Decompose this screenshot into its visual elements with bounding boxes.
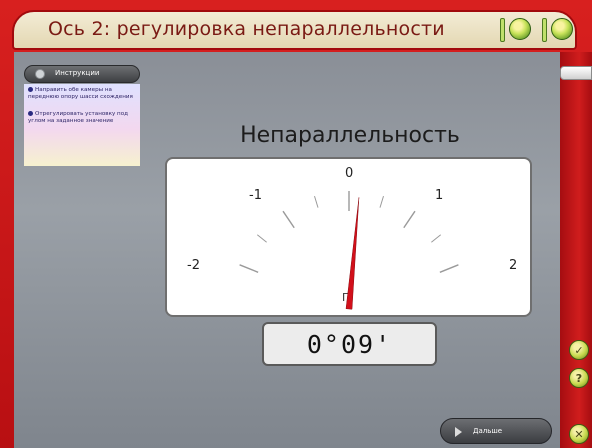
- instructions-note: Направить обе камеры на переднюю опору ш…: [24, 84, 140, 166]
- gauge-needle: [345, 197, 360, 310]
- readout-value: 0°09': [306, 330, 393, 359]
- close-icon: ✕: [574, 427, 584, 441]
- check-icon: ✓: [574, 343, 584, 357]
- title-bar: Ось 2: регулировка непараллельности: [12, 10, 577, 50]
- scale-label-p1: 1: [435, 188, 443, 203]
- status-cluster: [500, 16, 580, 44]
- gauge-minor-tick: [256, 234, 267, 243]
- scale-label-m1: -1: [249, 188, 262, 203]
- angle-readout: 0°09': [262, 322, 437, 366]
- gauge-title: Непараллельность: [240, 123, 460, 148]
- instructions-button[interactable]: Инструкции: [24, 65, 140, 83]
- gauge-ticks: [239, 191, 459, 273]
- bullet-icon: [28, 87, 33, 92]
- right-rail: [560, 52, 592, 448]
- bullet-icon: [28, 111, 33, 116]
- gauge-major-tick: [403, 210, 416, 229]
- next-label: Дальше: [473, 427, 503, 435]
- arrow-right-icon: [455, 427, 462, 437]
- scale-label-p2: 2: [509, 258, 517, 273]
- scale-label-m2: -2: [187, 258, 200, 273]
- check-button[interactable]: ✓: [569, 340, 589, 360]
- next-button[interactable]: Дальше: [440, 418, 552, 444]
- status-light: [551, 18, 573, 40]
- status-bar-indicator: [542, 18, 547, 42]
- help-icon: ?: [575, 371, 583, 385]
- status-light: [509, 18, 531, 40]
- nonparallelism-gauge: -2 -1 0 1 2 Г: [165, 157, 532, 317]
- instruction-step: Отрегулировать установку под углом на за…: [28, 111, 129, 124]
- status-bar-indicator: [500, 18, 505, 42]
- instruction-step: Направить обе камеры на переднюю опору ш…: [28, 87, 133, 100]
- gauge-minor-tick: [314, 196, 319, 208]
- instructions-label: Инструкции: [55, 69, 100, 77]
- gauge-svg: -2 -1 0 1 2 Г: [187, 166, 517, 310]
- window-title: Ось 2: регулировка непараллельности: [48, 18, 445, 40]
- scale-label-0: 0: [345, 166, 353, 181]
- close-button[interactable]: ✕: [569, 424, 589, 444]
- help-button[interactable]: ?: [569, 368, 589, 388]
- rail-tab[interactable]: [560, 66, 592, 80]
- gauge-minor-tick: [431, 234, 442, 243]
- gauge-major-tick: [282, 210, 295, 229]
- gauge-major-tick: [239, 264, 259, 273]
- info-icon: [35, 69, 45, 79]
- gauge-major-tick: [439, 264, 459, 273]
- gauge-minor-tick: [379, 196, 384, 208]
